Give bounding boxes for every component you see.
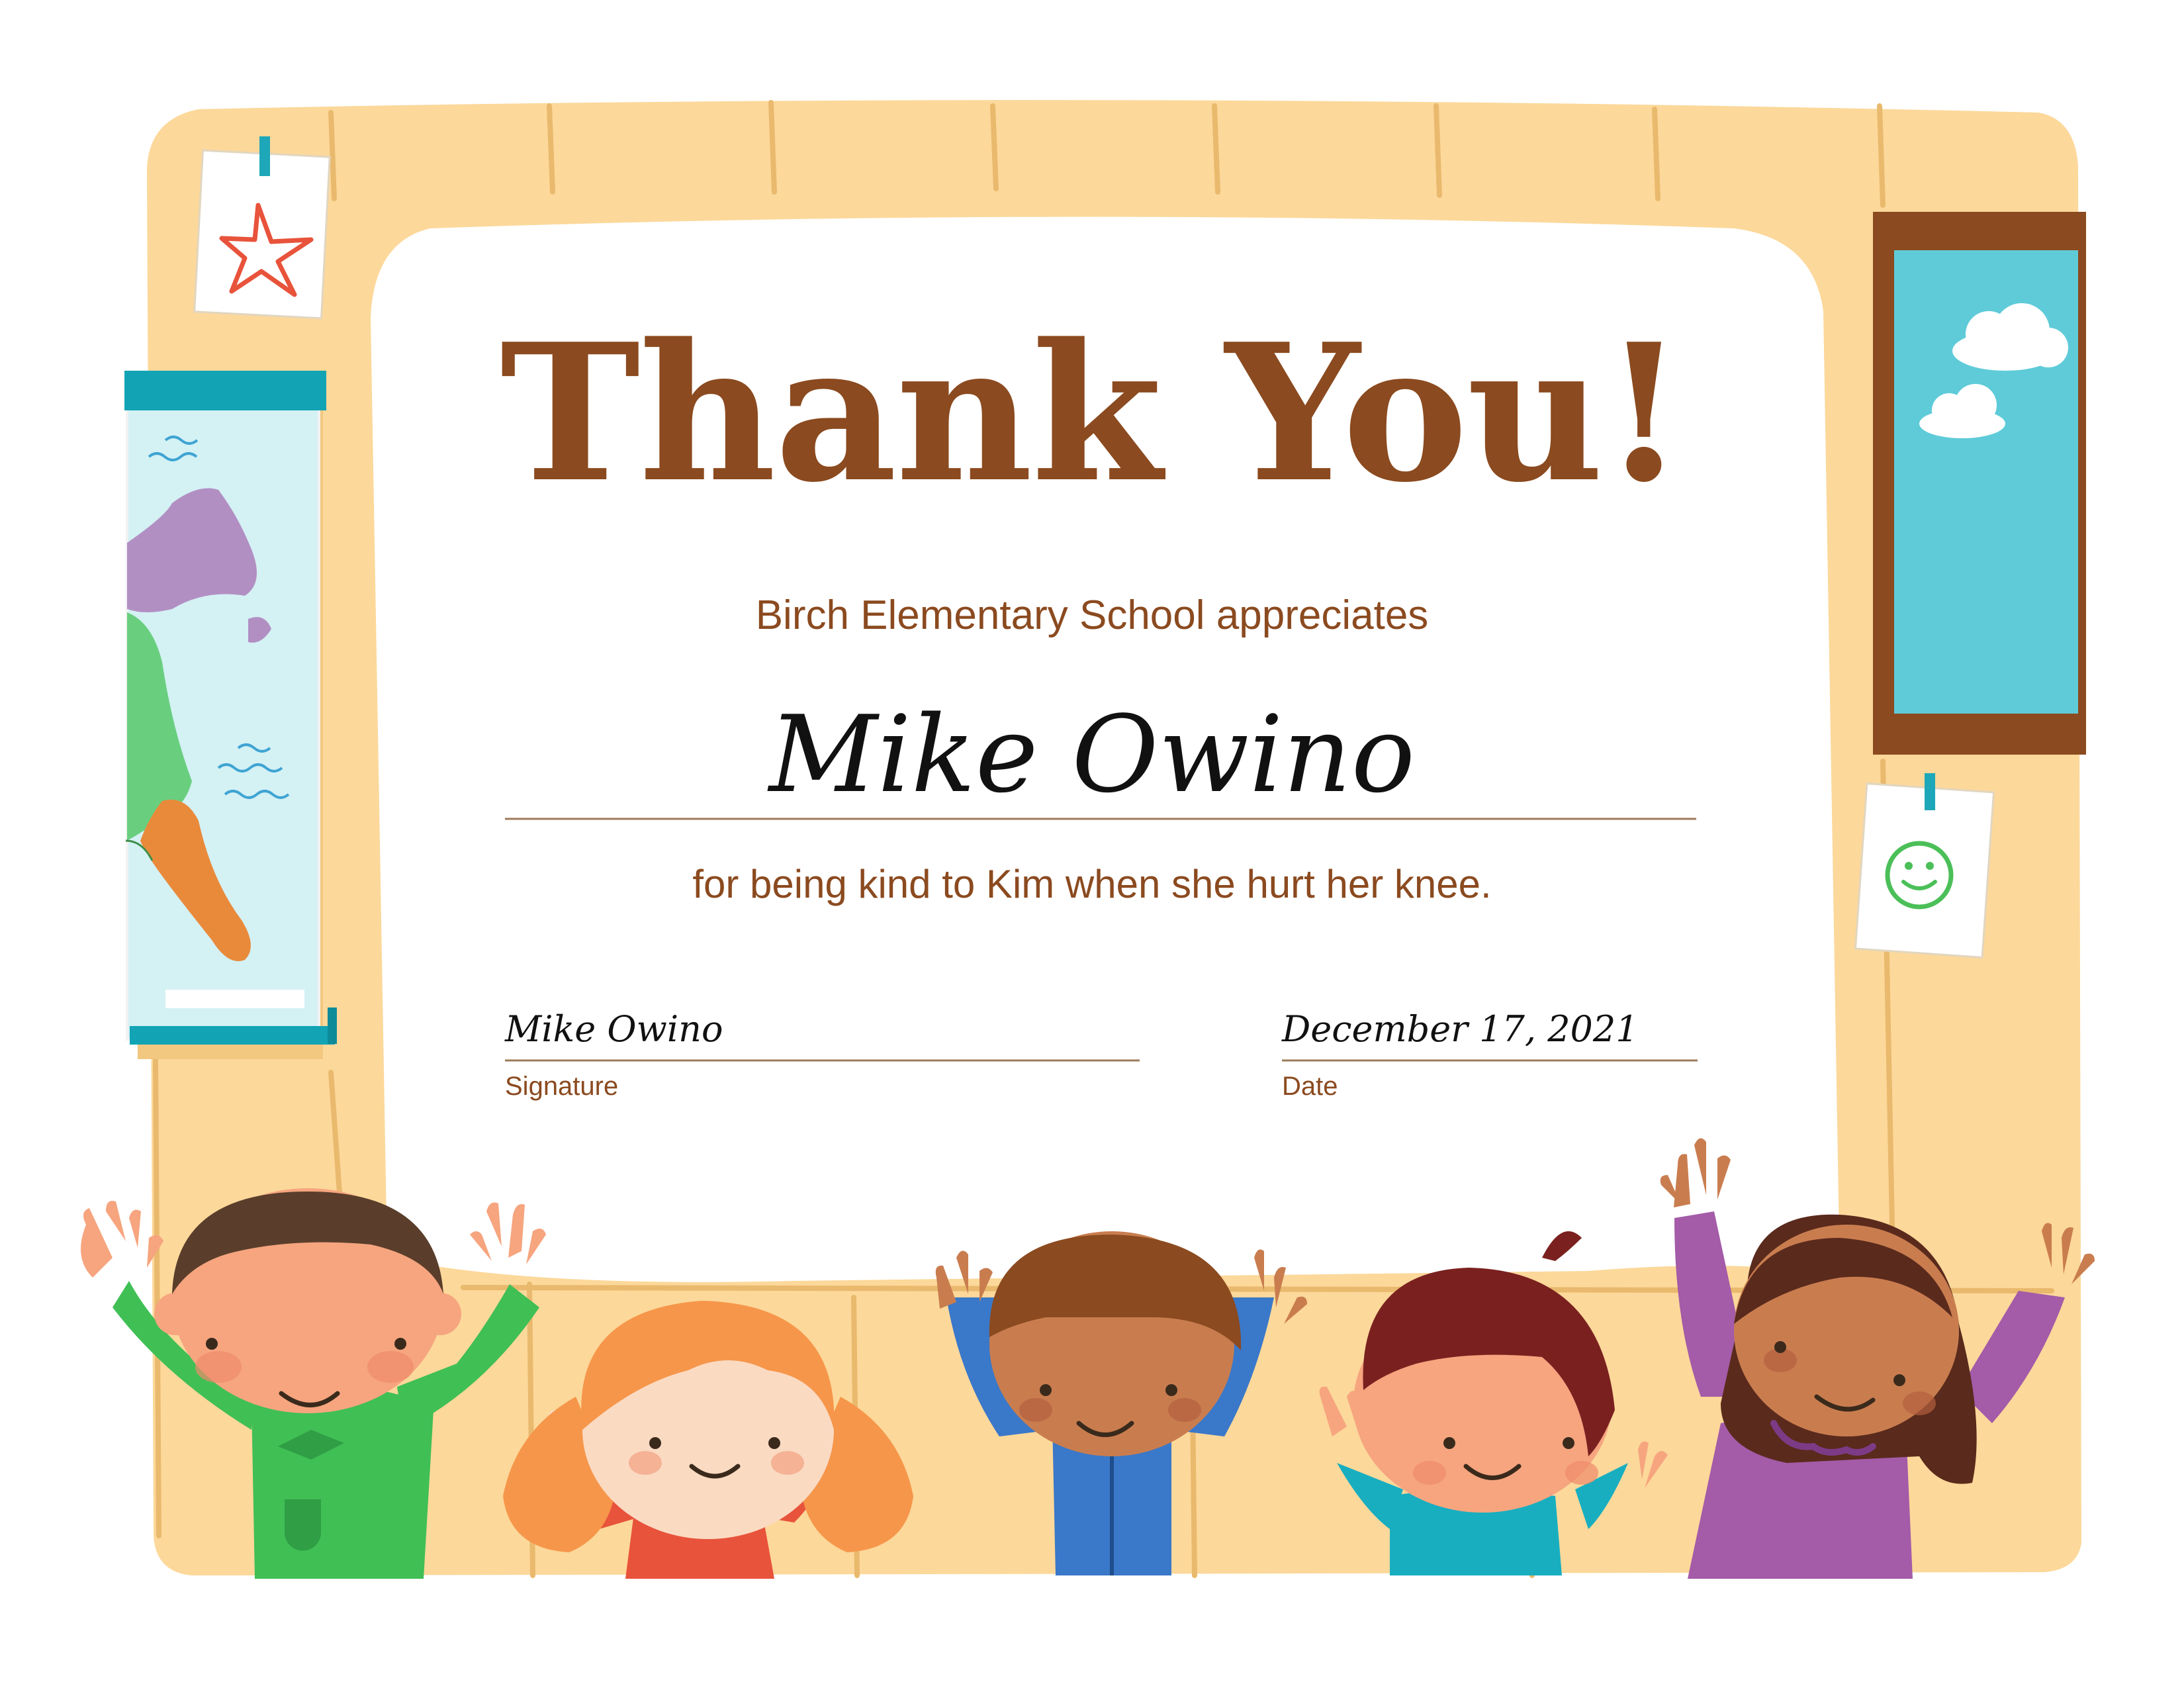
recipient-name: Mike Owino xyxy=(768,692,1416,816)
reason-text: for being kind to Kim when she hurt her … xyxy=(692,862,1492,906)
date-label: Date xyxy=(1282,1072,1338,1101)
signature-value: Mike Owino xyxy=(505,1008,723,1050)
date-value: December 17, 2021 xyxy=(1282,1008,1639,1050)
signature-label: Signature xyxy=(505,1072,619,1101)
school-appreciates-text: Birch Elementary School appreciates xyxy=(755,592,1429,638)
certificate-title: Thank You! xyxy=(500,303,1686,524)
star-drawing-icon xyxy=(193,136,331,320)
certificate-artwork xyxy=(81,100,2095,1579)
